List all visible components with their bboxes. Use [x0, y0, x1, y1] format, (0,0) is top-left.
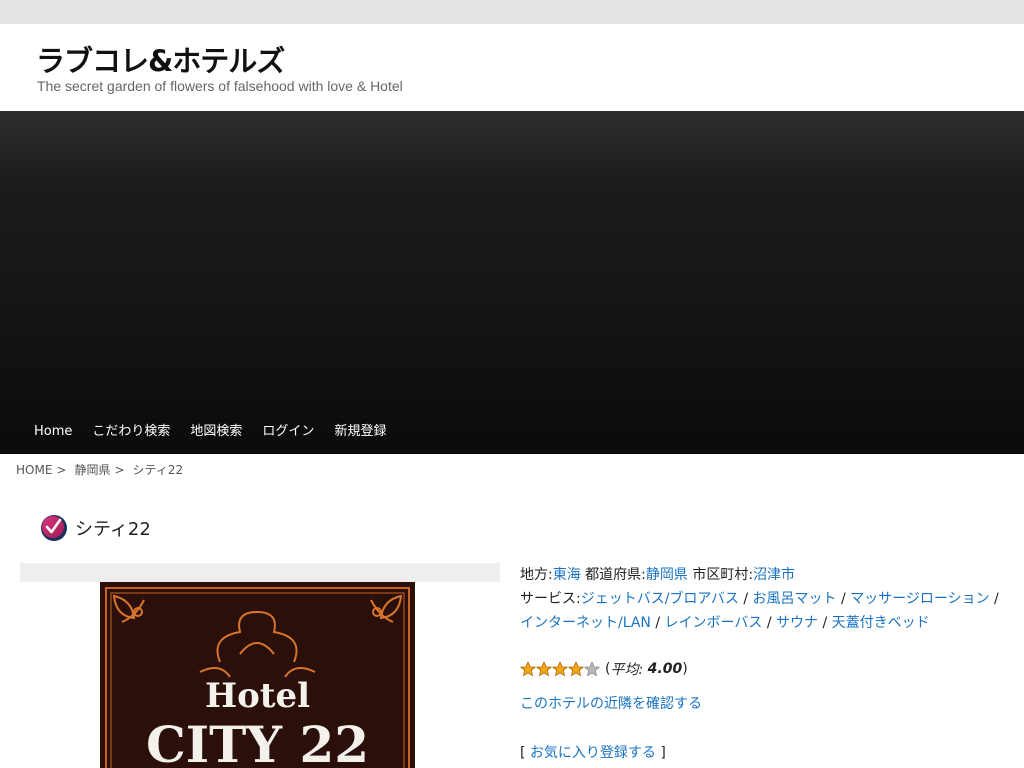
- site-header: ラブコレ&ホテルズ The secret garden of flowers o…: [0, 24, 1024, 111]
- site-description: The secret garden of flowers of falsehoo…: [37, 78, 403, 94]
- check-circle-icon: [41, 515, 67, 541]
- favorite-link[interactable]: お気に入り登録する: [530, 745, 656, 761]
- service-separator: /: [836, 591, 851, 607]
- breadcrumb-separator: >: [56, 463, 67, 477]
- hotel-logo-image: Hotel CITY 22: [100, 582, 415, 768]
- rating-avg-value: 4.00: [647, 661, 683, 677]
- top-bar: [0, 0, 1024, 24]
- breadcrumb-home[interactable]: HOME: [16, 463, 52, 477]
- fav-open-bracket: [: [520, 745, 526, 761]
- service-link-massage-lotion[interactable]: マッサージローション: [850, 591, 989, 607]
- star-icon[interactable]: [552, 661, 568, 677]
- rating-avg-label: 平均:: [610, 662, 644, 678]
- hotel-location-line: 地方:東海 都道府県:静岡県 市区町村:沼津市: [520, 563, 1010, 587]
- hotel-name: シティ22: [75, 519, 151, 540]
- hotel-info: 地方:東海 都道府県:静岡県 市区町村:沼津市 サービス:ジェットバス/ブロアバ…: [520, 563, 1010, 635]
- rating-close-paren: ): [682, 661, 688, 677]
- service-separator: /: [989, 591, 999, 607]
- main-nav: Home こだわり検索 地図検索 ログイン 新規登録: [24, 410, 396, 454]
- favorite-register: [ お気に入り登録する ]: [520, 742, 666, 762]
- region-label: 地方:: [520, 567, 553, 583]
- service-separator: /: [738, 591, 753, 607]
- breadcrumb-current: シティ22: [132, 463, 184, 477]
- photo-text-hotel: Hotel: [205, 676, 310, 716]
- service-link-canopy-bed[interactable]: 天蓋付きベッド: [832, 615, 930, 631]
- service-link-bath-mat[interactable]: お風呂マット: [753, 591, 837, 607]
- photo-text-city: CITY 22: [146, 715, 369, 768]
- city-label: 市区町村:: [692, 567, 754, 583]
- service-separator: /: [650, 615, 665, 631]
- rating-stars[interactable]: [520, 661, 600, 677]
- service-separator: /: [762, 615, 777, 631]
- star-icon[interactable]: [568, 661, 584, 677]
- nav-login[interactable]: ログイン: [252, 410, 324, 454]
- photo-frame: [20, 563, 500, 582]
- service-separator: /: [818, 615, 832, 631]
- nav-register[interactable]: 新規登録: [324, 410, 396, 454]
- service-link-internet[interactable]: インターネット/LAN: [520, 615, 651, 631]
- star-icon[interactable]: [584, 661, 600, 677]
- pref-link[interactable]: 静岡県: [646, 567, 688, 583]
- service-link-jet-bath[interactable]: ジェットバス/ブロアバス: [581, 591, 739, 607]
- nearby-link[interactable]: このホテルの近隣を確認する: [520, 693, 702, 713]
- fav-close-bracket: ]: [660, 745, 666, 761]
- breadcrumb: HOME > 静岡県 > シティ22: [16, 461, 183, 478]
- city-link[interactable]: 沼津市: [753, 567, 795, 583]
- hotel-photo: Hotel CITY 22: [100, 582, 415, 768]
- breadcrumb-separator: >: [114, 463, 125, 477]
- header-image: [0, 111, 1024, 454]
- nav-home[interactable]: Home: [24, 410, 82, 454]
- nav-map-search[interactable]: 地図検索: [180, 410, 252, 454]
- pref-label: 都道府県:: [585, 567, 646, 583]
- site-title[interactable]: ラブコレ&ホテルズ: [36, 38, 285, 80]
- post-title: シティ22: [40, 513, 151, 543]
- nav-detail-search[interactable]: こだわり検索: [82, 410, 180, 454]
- hotel-services-line: サービス:ジェットバス/ブロアバス / お風呂マット / マッサージローション …: [520, 587, 1010, 635]
- service-link-rainbow-bath[interactable]: レインボーバス: [665, 615, 763, 631]
- rating: (平均: 4.00): [520, 658, 688, 680]
- services-label: サービス:: [520, 591, 581, 607]
- service-link-sauna[interactable]: サウナ: [776, 615, 818, 631]
- breadcrumb-pref[interactable]: 静岡県: [74, 463, 110, 477]
- region-link[interactable]: 東海: [553, 567, 581, 583]
- star-icon[interactable]: [520, 661, 536, 677]
- star-icon[interactable]: [536, 661, 552, 677]
